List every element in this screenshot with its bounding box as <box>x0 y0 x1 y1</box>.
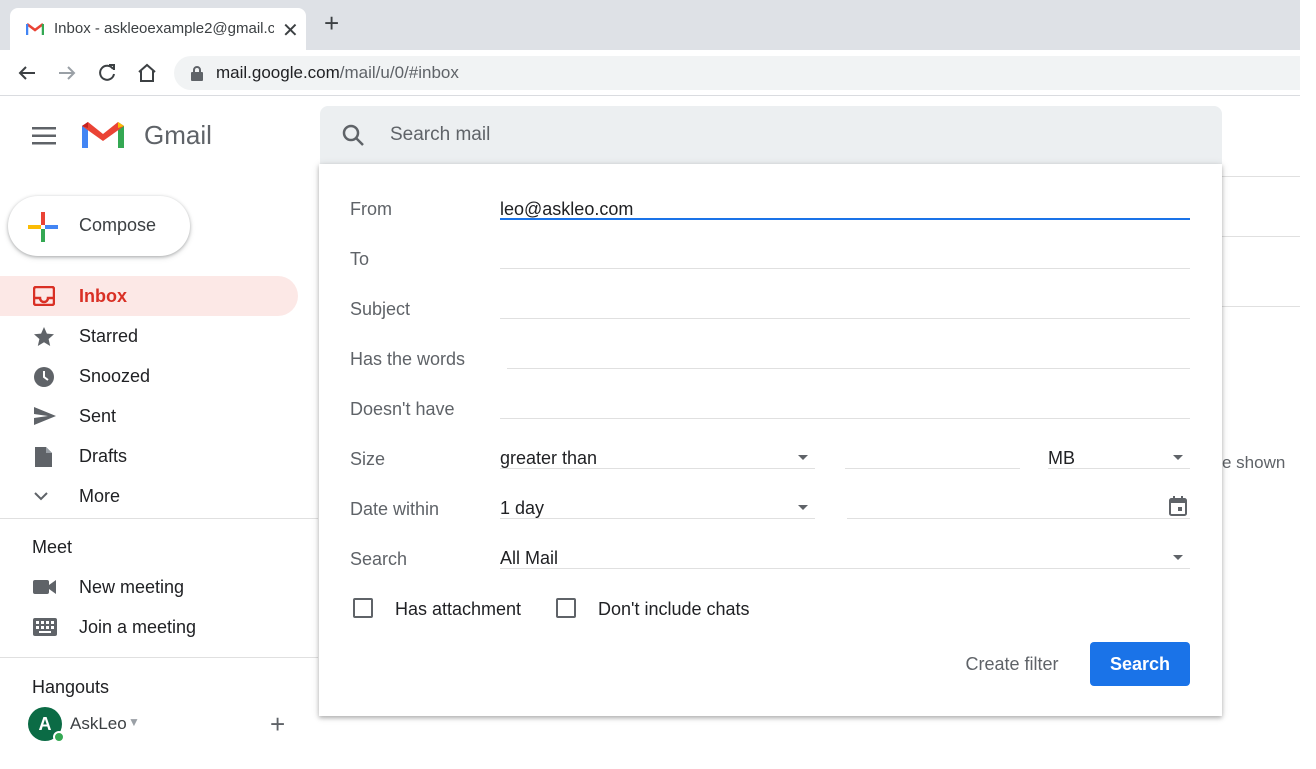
calendar-icon[interactable] <box>1169 496 1187 516</box>
url-path: /mail/u/0/#inbox <box>339 63 459 82</box>
from-field-underline <box>500 218 1190 220</box>
size-unit-underline <box>1048 468 1190 469</box>
create-filter-button[interactable]: Create filter <box>943 642 1081 686</box>
sidebar-item-more[interactable]: More <box>0 476 298 516</box>
tab-close-icon[interactable]: ✕ <box>282 18 299 43</box>
search-in-label: Search <box>350 549 408 569</box>
content-divider <box>1222 306 1300 307</box>
browser-tab[interactable]: Inbox - askleoexample2@gmail.com ✕ <box>10 8 306 50</box>
gmail-wordmark: Gmail <box>144 120 212 150</box>
date-field[interactable] <box>847 518 1190 519</box>
gmail-favicon-icon <box>26 23 44 35</box>
advanced-search-panel: From leo@askleo.com To Subject Has the w… <box>319 164 1222 716</box>
has-attachment-label[interactable]: Has attachment <box>395 599 521 620</box>
date-within-label: Date within <box>350 499 440 519</box>
from-field[interactable]: leo@askleo.com <box>500 199 633 220</box>
url-domain: mail.google.com <box>216 63 340 82</box>
sidebar-item-sent[interactable]: Sent <box>0 396 298 436</box>
browser-toolbar: mail.google.com/mail/u/0/#inbox <box>0 50 1300 96</box>
caret-down-icon[interactable]: ▼ <box>128 715 140 729</box>
search-in-underline <box>500 568 1190 569</box>
sidebar-item-label: Join a meeting <box>79 617 197 637</box>
star-icon <box>34 327 54 346</box>
url-text: mail.google.com/mail/u/0/#inbox <box>216 63 459 83</box>
dont-include-chats-label[interactable]: Don't include chats <box>598 599 750 620</box>
size-value-field[interactable] <box>845 468 1020 469</box>
dropdown-arrow-icon <box>1173 455 1183 460</box>
online-status-dot <box>53 731 65 743</box>
doesnt-have-label: Doesn't have <box>350 399 455 419</box>
search-button[interactable]: Search <box>1090 642 1190 686</box>
dropdown-arrow-icon <box>1173 555 1183 560</box>
has-attachment-checkbox[interactable] <box>353 598 373 618</box>
to-field[interactable] <box>500 268 1190 269</box>
sidebar-divider <box>0 657 318 658</box>
sidebar-item-join-meeting[interactable]: Join a meeting <box>0 607 298 647</box>
content-divider <box>1222 236 1300 237</box>
inbox-icon <box>33 286 55 306</box>
browser-tab-strip: Inbox - askleoexample2@gmail.com ✕ + <box>0 0 1300 50</box>
from-label: From <box>350 199 392 219</box>
date-within-underline <box>500 518 815 519</box>
doesnt-have-field[interactable] <box>500 418 1190 419</box>
search-bar[interactable] <box>320 106 1222 164</box>
draft-icon <box>35 447 52 467</box>
clock-icon <box>34 367 54 387</box>
size-label: Size <box>350 449 386 469</box>
sidebar-item-starred[interactable]: Starred <box>0 316 298 356</box>
dropdown-arrow-icon <box>798 505 808 510</box>
subject-label: Subject <box>350 299 411 319</box>
sidebar-divider <box>0 518 318 519</box>
partial-background-text: e shown <box>1222 453 1286 472</box>
sidebar-item-label: New meeting <box>79 577 185 597</box>
sidebar-item-label: Drafts <box>79 446 128 466</box>
meet-section-title: Meet <box>32 537 73 557</box>
compose-plus-icon <box>28 212 58 242</box>
date-within-value: 1 day <box>500 498 545 518</box>
gmail-logo-icon[interactable] <box>80 118 126 152</box>
lock-icon[interactable] <box>190 65 204 81</box>
address-bar[interactable]: mail.google.com/mail/u/0/#inbox <box>174 56 1300 90</box>
dont-include-chats-checkbox[interactable] <box>556 598 576 618</box>
sidebar-item-snoozed[interactable]: Snoozed <box>0 356 298 396</box>
to-label: To <box>350 249 370 269</box>
sidebar-item-new-meeting[interactable]: New meeting <box>0 567 298 607</box>
forward-icon[interactable] <box>56 62 78 84</box>
chevron-down-icon <box>34 492 48 501</box>
sidebar-item-inbox[interactable]: Inbox <box>0 276 298 316</box>
dropdown-arrow-icon <box>798 455 808 460</box>
compose-label: Compose <box>79 215 157 235</box>
new-tab-icon[interactable]: + <box>324 10 339 36</box>
reload-icon[interactable] <box>96 62 118 84</box>
sidebar-item-label: Sent <box>79 406 117 426</box>
has-words-label: Has the words <box>350 349 466 369</box>
sidebar-item-label: Inbox <box>79 286 127 306</box>
subject-field[interactable] <box>500 318 1190 319</box>
content-divider <box>1222 176 1300 177</box>
sidebar-item-label: Snoozed <box>79 366 151 386</box>
video-camera-icon <box>33 580 56 594</box>
search-input[interactable] <box>388 120 988 150</box>
search-icon[interactable] <box>342 124 364 146</box>
main-menu-icon[interactable] <box>32 127 56 145</box>
search-in-value: All Mail <box>500 548 559 568</box>
back-icon[interactable] <box>16 62 38 84</box>
size-unit-value: MB <box>1048 448 1075 468</box>
keyboard-icon <box>33 618 57 636</box>
compose-button[interactable]: Compose <box>8 196 190 256</box>
size-operator-value: greater than <box>500 448 598 468</box>
sidebar-item-label: More <box>79 486 121 506</box>
hangouts-user-name[interactable]: AskLeo <box>70 714 127 734</box>
tab-title: Inbox - askleoexample2@gmail.com <box>54 20 274 37</box>
home-icon[interactable] <box>136 62 158 84</box>
hangouts-section-title: Hangouts <box>32 677 110 697</box>
size-operator-underline <box>500 468 815 469</box>
has-words-field[interactable] <box>507 368 1190 369</box>
send-icon <box>34 407 56 425</box>
add-contact-icon[interactable]: + <box>270 711 285 737</box>
sidebar-item-drafts[interactable]: Drafts <box>0 436 298 476</box>
sidebar-item-label: Starred <box>79 326 139 346</box>
